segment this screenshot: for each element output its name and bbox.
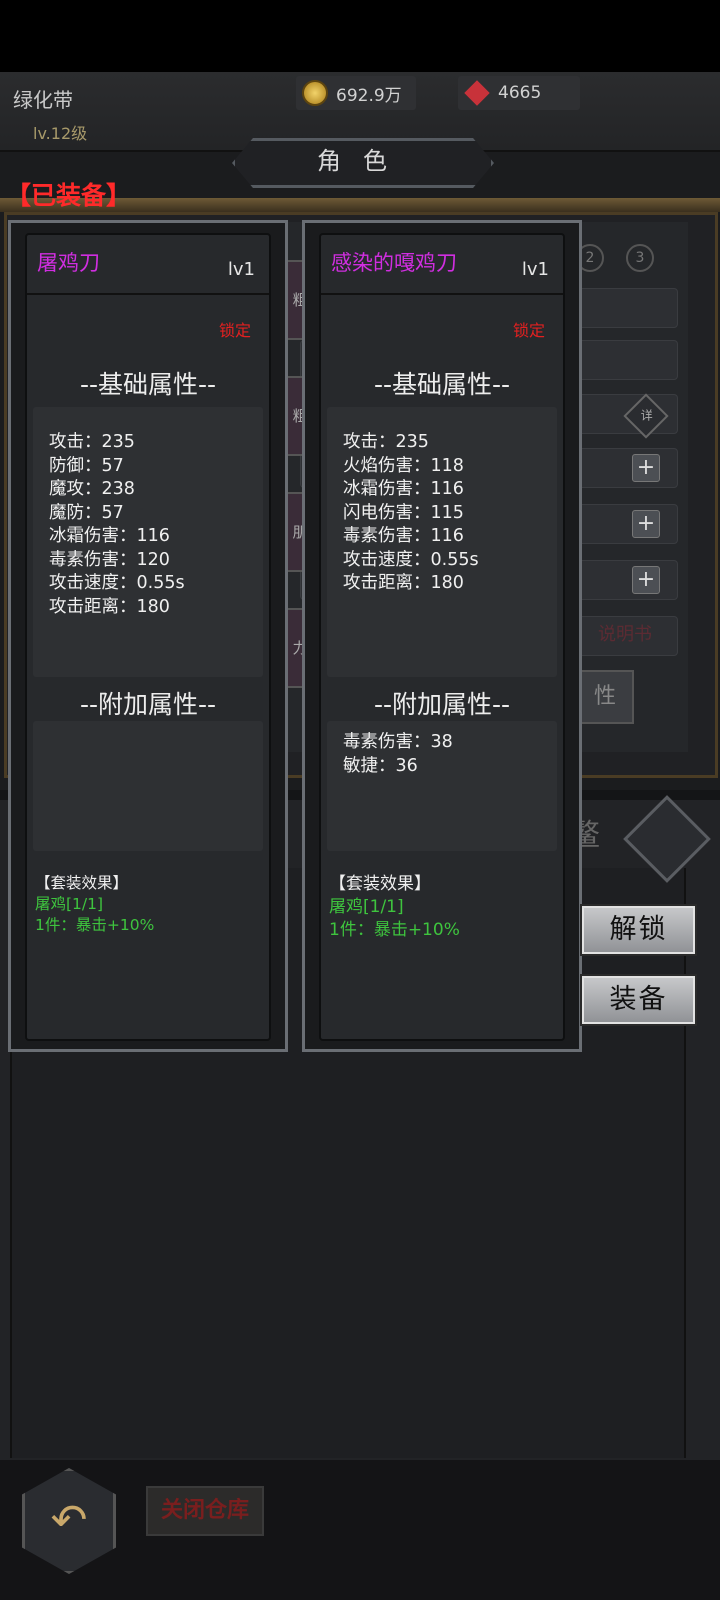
gold-value: 692.9万 xyxy=(336,85,402,106)
add-stat-button[interactable]: + xyxy=(632,454,660,482)
unlock-button[interactable]: 解锁 xyxy=(580,904,697,956)
item-level: lv1 xyxy=(227,259,255,280)
equipped-label: 【已装备】 xyxy=(6,181,132,210)
base-stats-title: --基础属性-- xyxy=(79,370,217,399)
stat-line: 冰霜伤害：116 xyxy=(343,479,464,499)
stat-line: 冰霜伤害：116 xyxy=(49,526,170,546)
stat-line: 毒素伤害：116 xyxy=(343,526,464,546)
stat-line: 闪电伤害：115 xyxy=(343,502,464,523)
item-level: lv1 xyxy=(521,259,549,280)
gold-counter: 692.9万 xyxy=(296,76,416,110)
stat-line: 防御：57 xyxy=(49,455,124,476)
extra-stats-title: --附加属性-- xyxy=(373,690,511,719)
player-name: 绿化带 xyxy=(13,88,73,112)
set-effect-title: 【套装效果】 xyxy=(35,874,129,892)
base-stats-list: 攻击：235 防御：57 魔攻：238 魔防：57 冰霜伤害：116 毒素伤害：… xyxy=(49,431,185,619)
set-effect: 【套装效果】 屠鸡[1/1] 1件：暴击+10% xyxy=(35,873,154,936)
player-level: lv.12级 xyxy=(33,124,88,143)
gem-counter: 4665 xyxy=(458,76,580,110)
stat-line: 魔攻：238 xyxy=(49,479,135,499)
stat-line: 毒素伤害：38 xyxy=(343,732,453,752)
page-title: 角色 xyxy=(232,138,494,188)
item-card-selected: 感染的嘎鸡刀 lv1 锁定 --基础属性-- 攻击：235 火焰伤害：118 冰… xyxy=(302,220,582,1052)
base-stats-list: 攻击：235 火焰伤害：118 冰霜伤害：116 闪电伤害：115 毒素伤害：1… xyxy=(343,431,479,596)
base-stats-title: --基础属性-- xyxy=(373,370,511,399)
stat-line: 攻击距离：180 xyxy=(343,573,464,593)
equip-button[interactable]: 装备 xyxy=(580,974,697,1026)
extra-stats-title: --附加属性-- xyxy=(79,690,217,719)
item-card-body: 感染的嘎鸡刀 lv1 锁定 --基础属性-- 攻击：235 火焰伤害：118 冰… xyxy=(319,233,565,1041)
divider xyxy=(27,293,269,295)
stat-line: 火焰伤害：118 xyxy=(343,455,464,476)
stat-line: 魔防：57 xyxy=(49,502,124,523)
stat-line: 毒素伤害：120 xyxy=(49,549,170,570)
stat-line: 攻击距离：180 xyxy=(49,596,170,617)
add-stat-button[interactable]: + xyxy=(632,566,660,594)
status-bar-area xyxy=(0,0,720,72)
set-name: 屠鸡[1/1] xyxy=(329,897,404,917)
lock-status[interactable]: 锁定 xyxy=(219,317,251,341)
set-bonus: 1件：暴击+10% xyxy=(35,916,155,934)
stat-line: 攻击：235 xyxy=(49,432,135,452)
attribute-button[interactable]: 性 xyxy=(576,670,634,724)
item-name: 感染的嘎鸡刀 xyxy=(331,251,457,275)
item-card-equipped: 屠鸡刀 lv1 锁定 --基础属性-- 攻击：235 防御：57 魔攻：238 … xyxy=(8,220,288,1052)
slot-3-button[interactable]: 3 xyxy=(626,244,654,272)
stat-line: 攻击速度：0.55s xyxy=(343,549,479,570)
item-name: 屠鸡刀 xyxy=(37,251,100,275)
add-stat-button[interactable]: + xyxy=(632,510,660,538)
stat-line: 敏捷：36 xyxy=(343,755,418,776)
stat-line: 攻击：235 xyxy=(343,432,429,452)
manual-link[interactable]: 说明书 xyxy=(598,620,652,646)
extra-stats-list: 毒素伤害：38 敏捷：36 xyxy=(343,731,453,778)
set-effect-title: 【套装效果】 xyxy=(329,874,431,894)
gem-icon xyxy=(464,80,490,106)
lock-status[interactable]: 锁定 xyxy=(513,317,545,341)
extra-stats-box xyxy=(33,721,263,851)
divider xyxy=(321,293,563,295)
gem-value: 4665 xyxy=(498,83,542,103)
item-card-body: 屠鸡刀 lv1 锁定 --基础属性-- 攻击：235 防御：57 魔攻：238 … xyxy=(25,233,271,1041)
close-storage-button[interactable]: 关闭仓库 xyxy=(146,1486,264,1536)
stat-line: 攻击速度：0.55s xyxy=(49,573,185,593)
gold-coin-icon xyxy=(302,80,328,106)
set-name: 屠鸡[1/1] xyxy=(35,895,104,913)
set-bonus: 1件：暴击+10% xyxy=(329,920,460,940)
set-effect: 【套装效果】 屠鸡[1/1] 1件：暴击+10% xyxy=(329,873,460,942)
